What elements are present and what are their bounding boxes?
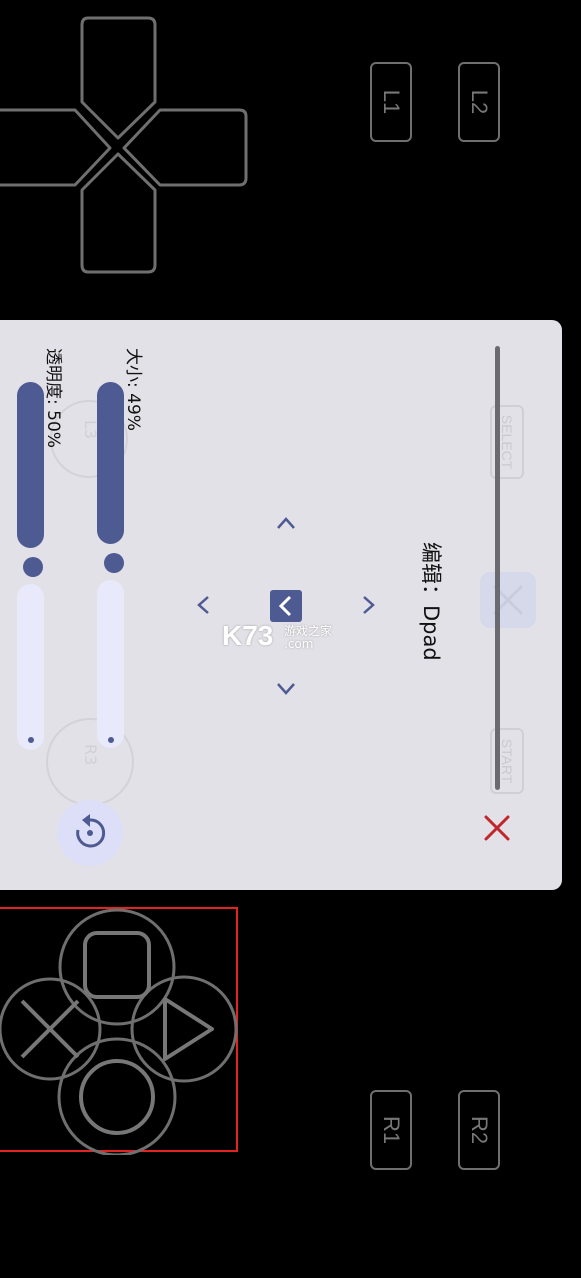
l2-button[interactable]: L2 bbox=[458, 62, 500, 142]
l1-button[interactable]: L1 bbox=[370, 62, 412, 142]
size-slider-end-dot bbox=[108, 737, 114, 743]
nudge-left-icon[interactable] bbox=[194, 594, 212, 616]
triangle-icon bbox=[163, 997, 214, 1061]
size-label: 大小: 49% bbox=[123, 348, 143, 431]
face-buttons bbox=[0, 908, 238, 1155]
opacity-slider-fill bbox=[17, 382, 44, 548]
nudge-center-button[interactable] bbox=[270, 590, 302, 622]
panel-scrollbar[interactable] bbox=[495, 346, 500, 790]
square-icon bbox=[83, 931, 151, 999]
nudge-up-icon[interactable] bbox=[275, 514, 297, 532]
nudge-down-icon[interactable] bbox=[275, 680, 297, 698]
watermark-brand: K73 bbox=[222, 620, 274, 651]
ghost-x-button bbox=[480, 572, 536, 628]
ghost-x-icon bbox=[492, 584, 524, 616]
circle-icon bbox=[79, 1059, 155, 1135]
r1-button[interactable]: R1 bbox=[370, 1090, 412, 1170]
dpad-up[interactable] bbox=[80, 16, 157, 140]
chevron-left-icon bbox=[278, 595, 292, 617]
dpad[interactable] bbox=[0, 10, 260, 280]
watermark: K73 游戏之家 .com bbox=[222, 620, 332, 652]
nudge-right-icon[interactable] bbox=[360, 594, 378, 616]
opacity-slider-handle[interactable] bbox=[23, 557, 43, 577]
dpad-right[interactable] bbox=[122, 108, 248, 187]
reset-button[interactable] bbox=[57, 800, 123, 866]
size-slider-track[interactable] bbox=[97, 580, 124, 748]
size-slider-fill bbox=[97, 382, 124, 544]
panel-title: 编辑：Dpad bbox=[419, 542, 443, 661]
square-button[interactable] bbox=[58, 908, 176, 1026]
close-icon[interactable] bbox=[483, 814, 511, 842]
opacity-label: 透明度: 50% bbox=[43, 348, 63, 448]
opacity-slider-end-dot bbox=[28, 737, 34, 743]
watermark-line2: .com bbox=[284, 637, 314, 651]
edit-panel: SELECT START L3 R3 编辑：Dpad 大小: 49% 透明度: … bbox=[0, 320, 562, 890]
dpad-left[interactable] bbox=[0, 108, 112, 187]
dpad-down[interactable] bbox=[80, 152, 157, 274]
opacity-slider-track[interactable] bbox=[17, 584, 44, 750]
size-slider-handle[interactable] bbox=[104, 553, 124, 573]
r2-button[interactable]: R2 bbox=[458, 1090, 500, 1170]
reset-icon bbox=[76, 814, 106, 848]
